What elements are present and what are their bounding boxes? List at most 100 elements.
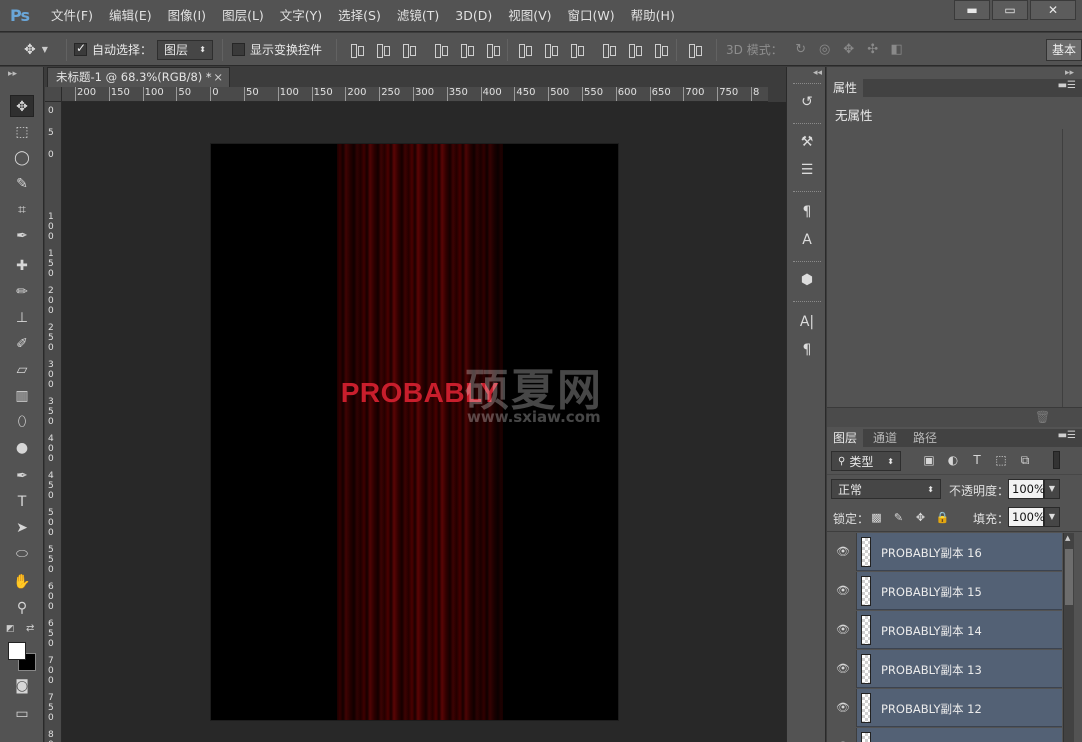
paragraph-panel-icon[interactable]: ¶ [796,339,818,361]
zoom-tool-icon[interactable]: ⚲ [10,597,34,619]
ruler-origin[interactable] [45,87,62,102]
visibility-cell[interactable]: 👁 [827,728,857,742]
eraser-tool-icon[interactable]: ▱ [10,359,34,381]
distribute-left-icon[interactable] [600,41,618,59]
eyedropper-tool-icon[interactable]: ✒ [10,225,34,247]
visibility-cell[interactable]: 👁 [827,689,857,727]
dock-grip[interactable] [793,123,821,126]
show-transform-checkbox[interactable] [232,43,245,56]
document-tab[interactable]: 未标题-1 @ 68.3%(RGB/8) * × [47,67,230,87]
roll-3d-icon[interactable]: ◎ [815,41,835,59]
menu-image[interactable]: 图像(I) [163,0,211,32]
show-transform-option[interactable]: 显示变换控件 [232,33,322,66]
menu-view[interactable]: 视图(V) [503,0,556,32]
distribute-vcenter-icon[interactable] [542,41,560,59]
align-vcenter-icon[interactable] [374,41,392,59]
panel-menu-icon[interactable]: ▬☰ [1058,430,1076,441]
layer-row[interactable]: 👁 PROBABLY副本 16 [827,533,1062,571]
layer-row[interactable]: 👁 PROBABLY副本 13 [827,650,1062,688]
move-tool-icon[interactable]: ✥ [10,95,34,117]
path-selection-tool-icon[interactable]: ➤ [10,517,34,539]
canvas-workspace[interactable]: PROBABLY 硕夏网 www.sxiaw.com [62,102,786,742]
character-styles-icon[interactable]: A [796,229,818,251]
eye-icon[interactable]: 👁 [836,701,850,714]
type-tool-icon[interactable]: T [10,491,34,513]
dock-grip[interactable] [793,301,821,304]
menu-filter[interactable]: 滤镜(T) [392,0,444,32]
close-tab-icon[interactable]: × [213,68,223,86]
collapse-icon[interactable]: ◂◂ [813,68,822,78]
quick-mask-icon[interactable]: ◙ [10,675,34,697]
auto-align-option[interactable] [686,33,712,66]
screen-mode-icon[interactable]: ▭ [10,703,34,725]
chevron-down-icon[interactable]: ▼ [1044,507,1060,527]
layer-name[interactable]: PROBABLY副本 13 [881,662,982,678]
slide-3d-icon[interactable]: ✣ [863,41,883,59]
brush-presets-icon[interactable]: ⚒ [796,131,818,153]
swap-colors-icon[interactable]: ⇄ [26,623,34,634]
close-window-button[interactable]: ✕ [1030,0,1076,20]
lock-all-icon[interactable]: 🔒 [935,510,950,525]
marquee-tool-icon[interactable]: ⬚ [10,121,34,143]
pen-tool-icon[interactable]: ✒ [10,465,34,487]
character-panel-icon[interactable]: A| [796,311,818,333]
visibility-cell[interactable]: 👁 [827,572,857,610]
visibility-cell[interactable]: 👁 [827,650,857,688]
paragraph-styles-icon[interactable]: ¶ [796,201,818,223]
fill-input[interactable]: 100% [1008,507,1045,527]
quick-select-tool-icon[interactable]: ✎ [10,173,34,195]
layer-name[interactable]: PROBABLY副本 12 [881,701,982,717]
align-hcenter-icon[interactable] [458,41,476,59]
align-bottom-icon[interactable] [400,41,418,59]
blend-mode-dropdown[interactable]: 正常 ⬍ [831,479,941,499]
tab-properties[interactable]: 属性 [827,79,864,97]
healing-brush-tool-icon[interactable]: ✚ [10,255,34,277]
menu-layer[interactable]: 图层(L) [217,0,269,32]
blur-tool-icon[interactable]: ⬯ [10,411,34,433]
smart-object-filter-icon[interactable]: ⧉ [1017,452,1033,468]
history-brush-tool-icon[interactable]: ✐ [10,333,34,355]
layer-name[interactable]: PROBABLY副本 14 [881,623,982,639]
brush-settings-icon[interactable]: ☰ [796,159,818,181]
adjustment-filter-icon[interactable]: ◐ [945,452,961,468]
workspace-button[interactable]: 基本 [1046,39,1082,61]
auto-select-target-dropdown[interactable]: 图层 ⬍ [157,33,213,66]
type-filter-icon[interactable]: T [969,452,985,468]
align-right-icon[interactable] [484,41,502,59]
tab-paths[interactable]: 路径 [907,429,943,447]
layer-row[interactable]: 👁 [827,728,1062,742]
menu-type[interactable]: 文字(Y) [275,0,327,32]
dock-grip[interactable] [793,83,821,86]
auto-align-icon[interactable] [686,41,704,59]
chevron-down-icon[interactable]: ▼ [1044,479,1060,499]
distribute-hcenter-icon[interactable] [626,41,644,59]
dock-grip[interactable] [793,261,821,264]
lock-transparent-icon[interactable]: ▩ [869,510,884,525]
pixel-filter-icon[interactable]: ▣ [921,452,937,468]
layer-row[interactable]: 👁 PROBABLY副本 14 [827,611,1062,649]
foreground-color-swatch[interactable] [8,642,26,660]
menu-window[interactable]: 窗口(W) [563,0,620,32]
collapse-icon[interactable]: ▸▸ [1065,68,1074,78]
auto-select-checkbox[interactable] [74,41,87,56]
panel-menu-icon[interactable]: ▬☰ [1058,80,1076,91]
distribute-right-icon[interactable] [652,41,670,59]
distribute-bottom-icon[interactable] [568,41,586,59]
dock-grip[interactable] [793,191,821,194]
gradient-tool-icon[interactable]: ▥ [10,385,34,407]
tab-layers[interactable]: 图层 [827,429,864,447]
document-canvas[interactable]: PROBABLY [211,144,618,720]
menu-file[interactable]: 文件(F) [46,0,98,32]
eye-icon[interactable]: 👁 [836,662,850,675]
layer-row[interactable]: 👁 PROBABLY副本 12 [827,689,1062,727]
brush-tool-icon[interactable]: ✏ [10,281,34,303]
auto-select-option[interactable]: 自动选择： [74,33,152,66]
shape-filter-icon[interactable]: ⬚ [993,452,1009,468]
layer-name[interactable]: PROBABLY副本 16 [881,545,982,561]
move-tool-preset[interactable]: ✥ ▼ [24,33,48,66]
lasso-tool-icon[interactable]: ◯ [10,147,34,169]
vertical-ruler[interactable]: 0 5 0 1 0 0 1 5 0 2 0 0 2 5 0 3 0 0 3 5 0 4 0 0 4 … [45,102,62,742]
layer-name[interactable]: PROBABLY副本 15 [881,584,982,600]
menu-edit[interactable]: 编辑(E) [104,0,157,32]
lock-pixels-icon[interactable]: ✎ [891,510,906,525]
